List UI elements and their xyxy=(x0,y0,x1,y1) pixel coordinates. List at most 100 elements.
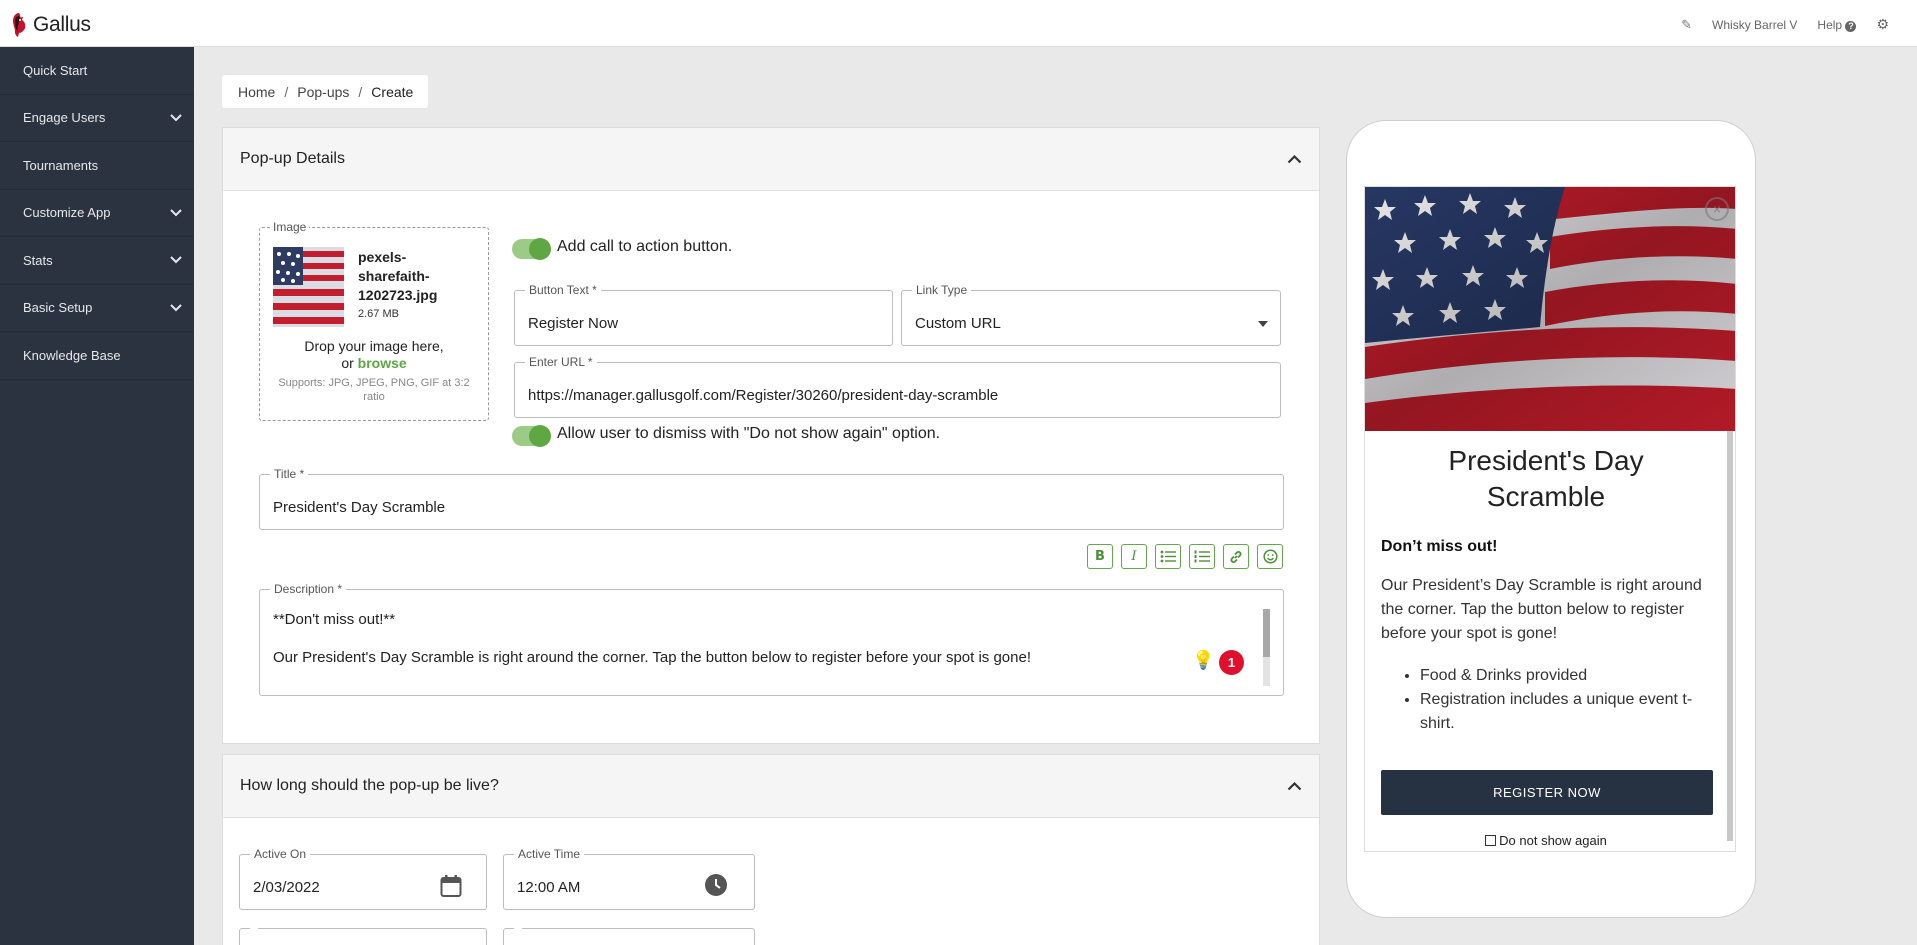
card-title: Pop-up Details xyxy=(240,150,345,167)
sidebar-item-knowledge-base[interactable]: Knowledge Base xyxy=(0,332,194,380)
toggle-knob xyxy=(529,425,551,447)
italic-icon: I xyxy=(1131,549,1137,564)
active-time-field[interactable]: Active Time 12:00 AM xyxy=(503,848,755,910)
active-on-input[interactable]: 2/03/2022 xyxy=(253,879,320,896)
sidebar-item-label: Stats xyxy=(23,252,53,268)
end-time-field[interactable] xyxy=(503,928,755,945)
italic-button[interactable]: I xyxy=(1121,544,1147,569)
preview-scrollbar[interactable] xyxy=(1727,431,1733,841)
dismiss-toggle-label: Allow user to dismiss with "Do not show … xyxy=(557,425,941,442)
scrollbar-thumb[interactable] xyxy=(1263,609,1270,657)
end-date-field[interactable] xyxy=(239,928,487,945)
drop-text: Drop your image here, xyxy=(304,338,444,354)
link-type-value[interactable]: Custom URL xyxy=(915,315,1001,332)
link-type-label: Link Type xyxy=(916,283,968,297)
image-label: Image xyxy=(270,220,310,234)
active-time-input[interactable]: 12:00 AM xyxy=(517,879,580,896)
clock-icon[interactable] xyxy=(704,873,728,897)
bold-icon: B xyxy=(1095,549,1105,564)
sidebar-item-basic-setup[interactable]: Basic Setup xyxy=(0,285,194,332)
popup-details-header[interactable]: Pop-up Details xyxy=(223,128,1319,191)
filename-line: 1202723.jpg xyxy=(358,287,438,303)
schedule-header[interactable]: How long should the pop-up be live? xyxy=(223,755,1319,818)
button-text-label: Button Text * xyxy=(529,283,597,297)
cta-toggle[interactable] xyxy=(512,238,551,260)
preview-register-button[interactable]: REGISTER NOW xyxy=(1381,770,1713,815)
brand-logo[interactable]: Gallus xyxy=(9,11,91,39)
checkbox-icon[interactable] xyxy=(1485,835,1497,846)
image-thumbnail xyxy=(273,247,344,327)
title-label: Title * xyxy=(274,467,305,481)
active-on-field[interactable]: Active On 2/03/2022 xyxy=(239,848,487,910)
issue-count-badge[interactable]: 1 xyxy=(1219,650,1244,675)
preview-title-line: President's Day xyxy=(1448,445,1644,476)
chevron-down-icon xyxy=(170,209,182,217)
description-line-1[interactable]: **Don't miss out!** xyxy=(273,611,395,628)
brand-name: Gallus xyxy=(33,13,91,36)
breadcrumb-home[interactable]: Home xyxy=(238,84,275,100)
filename-line: sharefaith- xyxy=(358,268,430,284)
dont-show-label: Do not show again xyxy=(1499,833,1607,848)
image-filesize: 2.67 MB xyxy=(358,308,399,320)
link-type-select[interactable]: Link Type Custom URL xyxy=(901,284,1281,346)
image-upload-dropzone[interactable]: Image pexels- sharefaith- 1202723.jpg 2.… xyxy=(259,220,489,421)
preview-bullet-list: Food & Drinks provided Registration incl… xyxy=(1420,664,1720,736)
button-text-field[interactable]: Button Text * Register Now xyxy=(514,284,893,346)
account-name[interactable]: Whisky Barrel V xyxy=(1712,18,1797,32)
calendar-icon[interactable] xyxy=(440,874,462,898)
browse-link[interactable]: browse xyxy=(358,355,407,371)
bullet-list-button[interactable] xyxy=(1155,544,1181,569)
button-text-input[interactable]: Register Now xyxy=(528,315,618,332)
top-bar: Gallus ✎ Whisky Barrel V Help ? ⚙ xyxy=(0,0,1917,47)
sidebar-item-label: Tournaments xyxy=(23,157,99,173)
url-label: Enter URL * xyxy=(529,355,593,369)
url-field[interactable]: Enter URL * https://manager.gallusgolf.c… xyxy=(514,356,1281,418)
sidebar-item-label: Knowledge Base xyxy=(23,347,121,363)
sidebar-item-engage-users[interactable]: Engage Users xyxy=(0,95,194,142)
sidebar-item-tournaments[interactable]: Tournaments xyxy=(0,142,194,190)
sidebar-item-label: Engage Users xyxy=(23,110,106,126)
popup-details-card: Pop-up Details Image pexels- sharefaith-… xyxy=(222,127,1320,744)
bold-button[interactable]: B xyxy=(1087,544,1113,569)
sidebar-item-label: Quick Start xyxy=(23,62,88,78)
breadcrumb-popups[interactable]: Pop-ups xyxy=(297,84,349,100)
description-label: Description * xyxy=(274,582,343,596)
chevron-down-icon xyxy=(170,304,182,312)
sidebar-item-stats[interactable]: Stats xyxy=(0,237,194,285)
breadcrumb-current: Create xyxy=(371,83,414,100)
preview-title-line: Scramble xyxy=(1486,481,1606,512)
active-time-label: Active Time xyxy=(518,847,581,861)
sidebar-item-quick-start[interactable]: Quick Start xyxy=(0,47,194,95)
title-field[interactable]: Title * President's Day Scramble xyxy=(259,468,1284,530)
link-button[interactable] xyxy=(1223,544,1249,569)
chevron-up-icon[interactable] xyxy=(1287,154,1302,164)
or-text: or xyxy=(341,355,354,371)
preview-bullet: Food & Drinks provided xyxy=(1420,664,1720,688)
chevron-down-icon xyxy=(170,114,182,122)
preview-bold-text: Don’t miss out! xyxy=(1381,538,1498,555)
numbered-list-button[interactable] xyxy=(1189,544,1215,569)
title-input[interactable]: President's Day Scramble xyxy=(273,499,445,516)
breadcrumb-separator: / xyxy=(284,83,289,100)
emoji-button[interactable] xyxy=(1257,544,1283,569)
sidebar-item-customize-app[interactable]: Customize App xyxy=(0,190,194,237)
close-icon[interactable]: × xyxy=(1705,197,1729,221)
url-input[interactable]: https://manager.gallusgolf.com/Register/… xyxy=(528,387,998,404)
help-link[interactable]: Help ? xyxy=(1817,18,1857,32)
sidebar-item-label: Customize App xyxy=(23,205,111,221)
description-field[interactable]: Description * **Don't miss out!** Our Pr… xyxy=(259,583,1284,696)
sidebar-item-label: Basic Setup xyxy=(23,300,93,316)
magic-wand-icon[interactable]: ✎ xyxy=(1681,17,1692,33)
image-filename: pexels- sharefaith- 1202723.jpg xyxy=(358,248,437,305)
cta-toggle-label: Add call to action button. xyxy=(557,238,733,255)
filename-line: pexels- xyxy=(358,249,407,265)
preview-dont-show-option[interactable]: Do not show again xyxy=(1365,833,1727,848)
bullet-list-icon xyxy=(1160,550,1176,563)
chevron-up-icon[interactable] xyxy=(1287,781,1302,791)
description-line-2[interactable]: Our President's Day Scramble is right ar… xyxy=(273,649,1031,666)
dismiss-toggle[interactable] xyxy=(512,425,551,447)
description-scrollbar[interactable] xyxy=(1263,609,1270,686)
lightbulb-icon[interactable]: 💡 xyxy=(1192,650,1214,671)
gear-icon[interactable]: ⚙ xyxy=(1876,16,1889,33)
chevron-down-icon xyxy=(170,256,182,264)
